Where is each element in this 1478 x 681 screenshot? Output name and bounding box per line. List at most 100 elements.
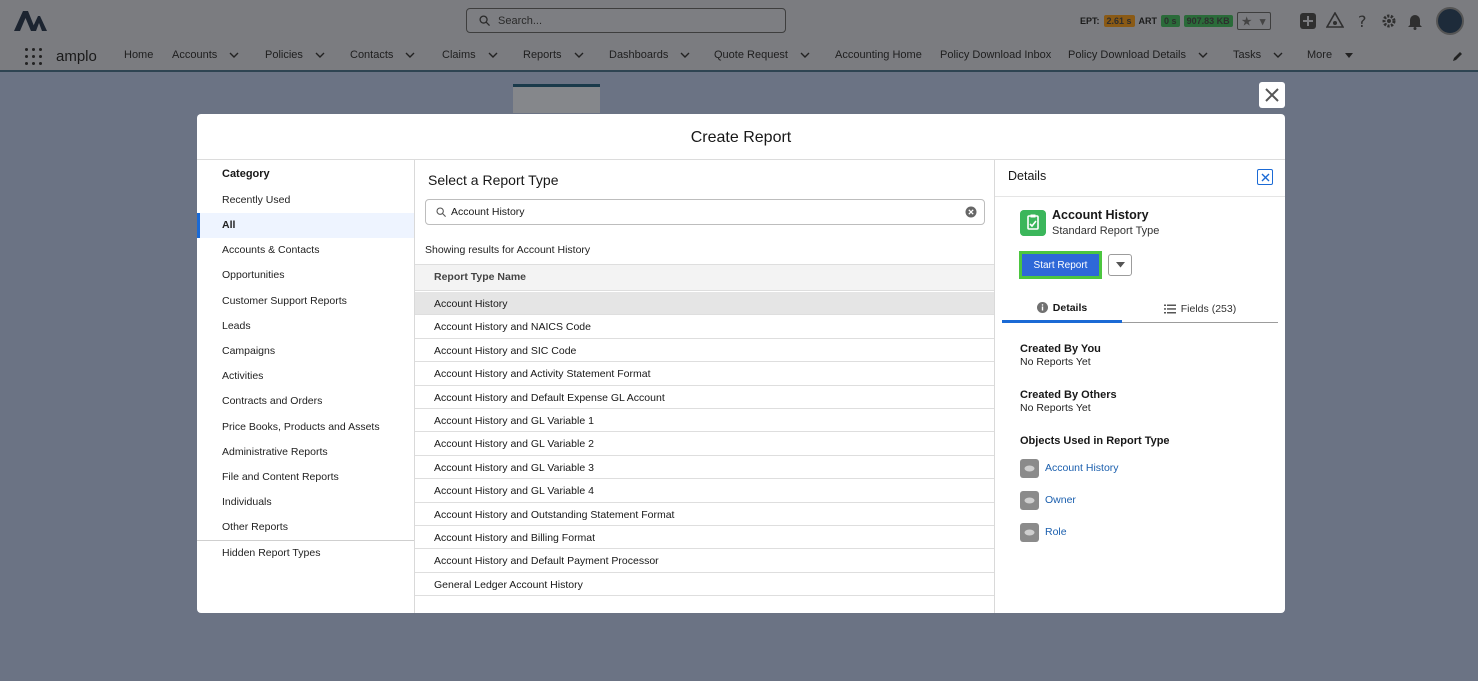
table-row[interactable]: Account History and Activity Statement F… [415, 362, 994, 386]
report-type-search[interactable] [425, 199, 985, 225]
report-type-icon [1020, 210, 1046, 236]
object-item: Account History [1020, 458, 1119, 478]
table-row[interactable]: Account History and GL Variable 1 [415, 409, 994, 433]
add-icon[interactable] [1299, 12, 1317, 30]
nav-item-accounting-home[interactable]: Accounting Home [835, 49, 922, 61]
help-icon[interactable]: ? [1354, 12, 1372, 30]
category-leads[interactable]: Leads [197, 314, 414, 339]
nav-item-dashboards[interactable]: Dashboards [609, 49, 690, 61]
row-label: Account History and Default Expense GL A… [434, 391, 665, 404]
row-label: General Ledger Account History [434, 578, 583, 591]
created-by-others-value: No Reports Yet [1020, 402, 1091, 414]
category-administrative[interactable]: Administrative Reports [197, 440, 414, 465]
svg-text:?: ? [1358, 12, 1367, 30]
clear-search-icon[interactable] [965, 206, 977, 218]
report-type-search-input[interactable] [451, 203, 956, 221]
start-report-options-button[interactable] [1108, 254, 1132, 276]
row-label: Account History and GL Variable 2 [434, 438, 594, 451]
art-badge: 0 s [1161, 15, 1180, 27]
close-details-button[interactable] [1257, 169, 1273, 185]
star-icon[interactable]: ★ [1242, 15, 1252, 28]
trailhead-icon[interactable] [1326, 12, 1344, 30]
nav-item-contacts[interactable]: Contacts [350, 49, 415, 61]
report-type-title: Select a Report Type [428, 172, 559, 188]
object-link-role[interactable]: Role [1045, 526, 1067, 538]
chevron-down-icon[interactable] [488, 52, 498, 59]
created-by-you-value: No Reports Yet [1020, 356, 1091, 368]
category-price-books[interactable]: Price Books, Products and Assets [197, 415, 414, 440]
tab-fields-label: Fields (253) [1180, 302, 1237, 315]
category-opportunities[interactable]: Opportunities [197, 263, 414, 288]
start-report-button[interactable]: Start Report [1019, 251, 1102, 279]
nav-label: Accounting Home [835, 49, 922, 61]
nav-item-tasks[interactable]: Tasks [1233, 49, 1283, 61]
row-label: Account History and SIC Code [434, 344, 577, 357]
nav-label: Contacts [350, 49, 394, 61]
chevron-down-icon[interactable] [405, 52, 415, 59]
table-row[interactable]: Account History [415, 292, 994, 316]
object-link-account-history[interactable]: Account History [1045, 462, 1119, 474]
table-row[interactable]: General Ledger Account History [415, 573, 994, 597]
chevron-down-icon[interactable] [315, 52, 325, 59]
category-all[interactable]: All [197, 213, 414, 238]
tab-fields[interactable]: Fields (253) [1122, 295, 1278, 323]
category-individuals[interactable]: Individuals [197, 490, 414, 515]
nav-item-policy-download-inbox[interactable]: Policy Download Inbox [940, 49, 1051, 61]
caret-down-icon[interactable] [1344, 52, 1354, 59]
category-campaigns[interactable]: Campaigns [197, 339, 414, 364]
object-item: Owner [1020, 490, 1076, 510]
favorites-control[interactable]: ★ ▾ [1236, 12, 1271, 30]
column-header-report-type-name: Report Type Name [434, 271, 526, 283]
app-launcher-icon[interactable] [25, 48, 42, 65]
global-search[interactable]: Search... [466, 8, 786, 33]
table-row[interactable]: Account History and Billing Format [415, 526, 994, 550]
category-other[interactable]: Other Reports [197, 515, 414, 540]
category-customer-support[interactable]: Customer Support Reports [197, 289, 414, 314]
category-activities[interactable]: Activities [197, 364, 414, 389]
table-row[interactable]: Account History and Default Payment Proc… [415, 549, 994, 573]
nav-item-policy-download-details[interactable]: Policy Download Details [1068, 49, 1208, 61]
user-avatar[interactable] [1436, 7, 1464, 35]
info-icon [1036, 302, 1048, 313]
table-row[interactable]: Account History and NAICS Code [415, 315, 994, 339]
report-type-panel: Select a Report Type Showing results for… [415, 160, 995, 613]
nav-item-reports[interactable]: Reports [523, 49, 584, 61]
object-link-owner[interactable]: Owner [1045, 494, 1076, 506]
table-row[interactable]: Account History and GL Variable 4 [415, 479, 994, 503]
chevron-down-icon[interactable] [800, 52, 810, 59]
row-label: Account History [434, 298, 508, 310]
table-row[interactable]: Account History and GL Variable 3 [415, 456, 994, 480]
details-heading: Details [1008, 169, 1047, 183]
chevron-down-icon[interactable] [229, 52, 239, 59]
chevron-down-icon[interactable] [1273, 52, 1283, 59]
notifications-bell-icon[interactable] [1406, 12, 1424, 30]
nav-label: Home [124, 49, 154, 61]
table-row[interactable]: Account History and Default Expense GL A… [415, 386, 994, 409]
category-contracts-orders[interactable]: Contracts and Orders [197, 389, 414, 414]
tab-details[interactable]: Details [1002, 295, 1122, 323]
close-modal-button[interactable] [1259, 82, 1285, 108]
nav-item-home[interactable]: Home [124, 49, 153, 61]
nav-label: Reports [523, 49, 562, 61]
category-hidden-report-types[interactable]: Hidden Report Types [197, 541, 414, 566]
gear-icon[interactable] [1380, 12, 1398, 30]
chevron-down-icon[interactable] [574, 52, 584, 59]
table-row[interactable]: Account History and GL Variable 2 [415, 432, 994, 456]
created-by-others-title: Created By Others [1020, 389, 1117, 401]
nav-label: Quote Request [714, 49, 788, 61]
nav-item-accounts[interactable]: Accounts [172, 49, 239, 61]
amplo-logo[interactable] [14, 10, 48, 32]
nav-item-quote-request[interactable]: Quote Request [714, 49, 810, 61]
chevron-down-icon[interactable] [680, 52, 690, 59]
table-row[interactable]: Account History and Outstanding Statemen… [415, 503, 994, 526]
category-file-content[interactable]: File and Content Reports [197, 465, 414, 490]
caret-down-icon[interactable]: ▾ [1260, 15, 1266, 28]
nav-item-claims[interactable]: Claims [442, 49, 498, 61]
edit-pencil-icon[interactable] [1452, 50, 1464, 62]
nav-item-policies[interactable]: Policies [265, 49, 325, 61]
chevron-down-icon[interactable] [1198, 52, 1208, 59]
category-accounts-contacts[interactable]: Accounts & Contacts [197, 238, 414, 263]
table-row[interactable]: Account History and SIC Code [415, 339, 994, 363]
nav-item-more[interactable]: More [1307, 49, 1354, 61]
category-recently-used[interactable]: Recently Used [197, 188, 414, 213]
